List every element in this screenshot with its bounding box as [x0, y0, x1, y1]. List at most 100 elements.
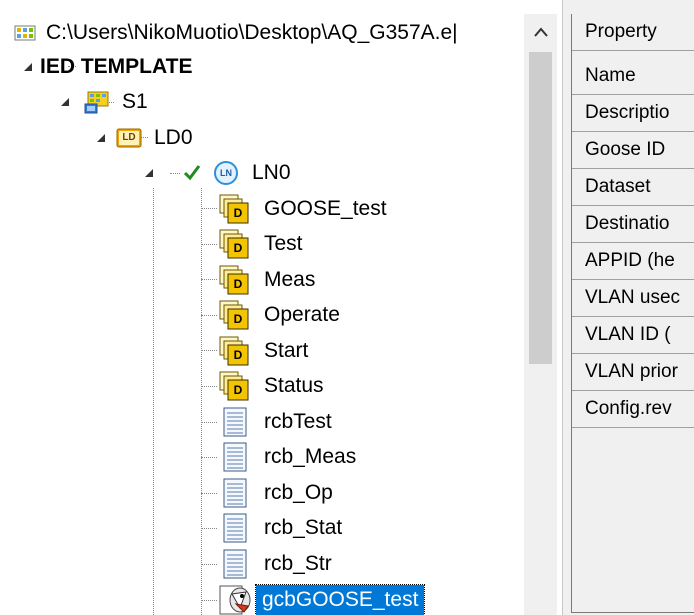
project-file-icon: [14, 25, 36, 41]
tree-node-report-control-label: rcb_Stat: [264, 516, 343, 539]
tree-node-ld0-label: LD0: [154, 126, 193, 149]
tree-guide-line: [201, 457, 217, 458]
tree-node-ln0[interactable]: LN LN0: [182, 155, 291, 191]
dataset-badge-text: D: [233, 206, 243, 220]
property-name: Dataset: [585, 176, 651, 197]
expand-toggle-ln0[interactable]: [140, 155, 158, 191]
dataset-badge-text: D: [233, 348, 243, 362]
server-icon: [84, 89, 112, 115]
tree-node-dataset[interactable]: D GOOSE_test: [218, 191, 387, 227]
property-name: APPID (he: [585, 250, 675, 271]
property-name: VLAN usec: [585, 287, 681, 308]
dataset-icon: D: [218, 335, 250, 367]
tree-guide-line: [201, 528, 217, 529]
tree-node-dataset[interactable]: D Meas: [218, 262, 315, 298]
tree-node-report-control-label: rcb_Str: [264, 552, 332, 575]
tree-node-report-control[interactable]: rcb_Str: [218, 546, 332, 582]
tree-node-ied[interactable]: IED TEMPLATE: [40, 49, 192, 85]
dataset-badge-text: D: [233, 383, 243, 397]
tree-node-report-control[interactable]: rcbTest: [218, 404, 332, 440]
scrollbar-thumb[interactable]: [529, 52, 552, 364]
property-row[interactable]: VLAN prior: [572, 354, 694, 391]
dataset-icon: D: [218, 370, 250, 402]
tree-node-ied-label: IED TEMPLATE: [40, 55, 193, 78]
tree-node-dataset-label: Meas: [264, 268, 316, 291]
dataset-icon: D: [218, 299, 250, 331]
dataset-icon: D: [218, 193, 250, 225]
tree-guide-line: [201, 350, 217, 351]
property-row[interactable]: APPID (he: [572, 243, 694, 280]
property-name: VLAN ID (: [585, 324, 671, 345]
dataset-icon: D: [218, 228, 250, 260]
tree-node-dataset-label: Start: [264, 339, 309, 362]
tree-root-path[interactable]: C:\Users\NikoMuotio\Desktop\AQ_G357A.e|: [14, 15, 458, 51]
tree-node-s1[interactable]: S1: [84, 84, 148, 120]
property-name: Destinatio: [585, 213, 670, 234]
tree-node-dataset[interactable]: D Start: [218, 333, 308, 369]
tree-node-goose-control-label[interactable]: gcbGOOSE_test: [254, 584, 426, 615]
property-row[interactable]: Descriptio: [572, 95, 694, 132]
tree-node-report-control-label: rcb_Op: [264, 481, 333, 504]
property-row[interactable]: VLAN usec: [572, 280, 694, 317]
tree-guide-line: [201, 208, 217, 209]
dataset-icon: D: [218, 264, 250, 296]
tree-node-dataset[interactable]: D Status: [218, 368, 324, 404]
property-row[interactable]: Goose ID: [572, 132, 694, 169]
property-row[interactable]: VLAN ID (: [572, 317, 694, 354]
tree-node-s1-label: S1: [122, 90, 148, 113]
report-control-icon: [218, 406, 250, 438]
properties-header[interactable]: Property: [572, 14, 694, 51]
dataset-badge-text: D: [233, 277, 243, 291]
triangle-expanded-icon: [145, 169, 153, 177]
checkbox-checked-icon[interactable]: [182, 163, 202, 183]
properties-header-label: Property: [585, 21, 657, 42]
logical-device-badge-text: LD: [122, 132, 136, 143]
tree-guide-line: [201, 386, 217, 387]
property-name: Config.rev: [585, 398, 672, 419]
logical-node-icon: LN: [214, 161, 238, 185]
tree-node-report-control[interactable]: rcb_Op: [218, 475, 333, 511]
property-row[interactable]: Destinatio: [572, 206, 694, 243]
tree-node-ld0[interactable]: LD LD0: [116, 120, 193, 156]
project-tree-pane[interactable]: C:\Users\NikoMuotio\Desktop\AQ_G357A.e| …: [0, 0, 563, 615]
tree-node-dataset-label: Test: [264, 232, 303, 255]
tree-guide-line: [201, 279, 217, 280]
triangle-expanded-icon: [97, 134, 105, 142]
report-control-icon: [218, 548, 250, 580]
tree-guide-line: [201, 564, 217, 565]
tree-node-dataset-label: Status: [264, 374, 324, 397]
expand-toggle-ied[interactable]: [19, 49, 37, 85]
tree-root-path-label: C:\Users\NikoMuotio\Desktop\AQ_G357A.e|: [46, 21, 458, 44]
tree-guide-line: [201, 315, 217, 316]
scroll-up-button[interactable]: [524, 14, 557, 50]
logical-device-icon: LD: [116, 128, 142, 148]
tree-node-ln0-label: LN0: [252, 161, 291, 184]
expand-toggle-ld0[interactable]: [92, 120, 110, 156]
property-name: Descriptio: [585, 102, 670, 123]
report-control-icon: [218, 477, 250, 509]
dataset-badge-text: D: [233, 241, 243, 255]
tree-node-report-control[interactable]: rcb_Stat: [218, 510, 342, 546]
property-name: Goose ID: [585, 139, 666, 160]
triangle-expanded-icon: [24, 63, 32, 71]
property-row[interactable]: Name: [572, 58, 694, 95]
triangle-expanded-icon: [61, 98, 69, 106]
tree-node-dataset[interactable]: D Test: [218, 226, 303, 262]
goose-control-icon: [218, 584, 254, 615]
tree-node-dataset[interactable]: D Operate: [218, 297, 340, 333]
tree-node-goose-control[interactable]: gcbGOOSE_test: [218, 582, 426, 615]
chevron-up-icon: [533, 27, 548, 37]
property-row[interactable]: Dataset: [572, 169, 694, 206]
property-name: Name: [585, 65, 636, 86]
tree-guide-line: [201, 493, 217, 494]
tree-guide-line: [201, 244, 217, 245]
property-name: VLAN prior: [585, 361, 678, 382]
properties-pane: Property Name Descriptio Goose ID Datase…: [568, 0, 694, 615]
expand-toggle-s1[interactable]: [56, 84, 74, 120]
tree-node-report-control[interactable]: rcb_Meas: [218, 439, 356, 475]
tree-guide-line: [153, 188, 154, 615]
tree-node-report-control-label: rcbTest: [264, 410, 332, 433]
property-row[interactable]: Config.rev: [572, 391, 694, 428]
report-control-icon: [218, 441, 250, 473]
tree-guide-line: [201, 600, 217, 601]
